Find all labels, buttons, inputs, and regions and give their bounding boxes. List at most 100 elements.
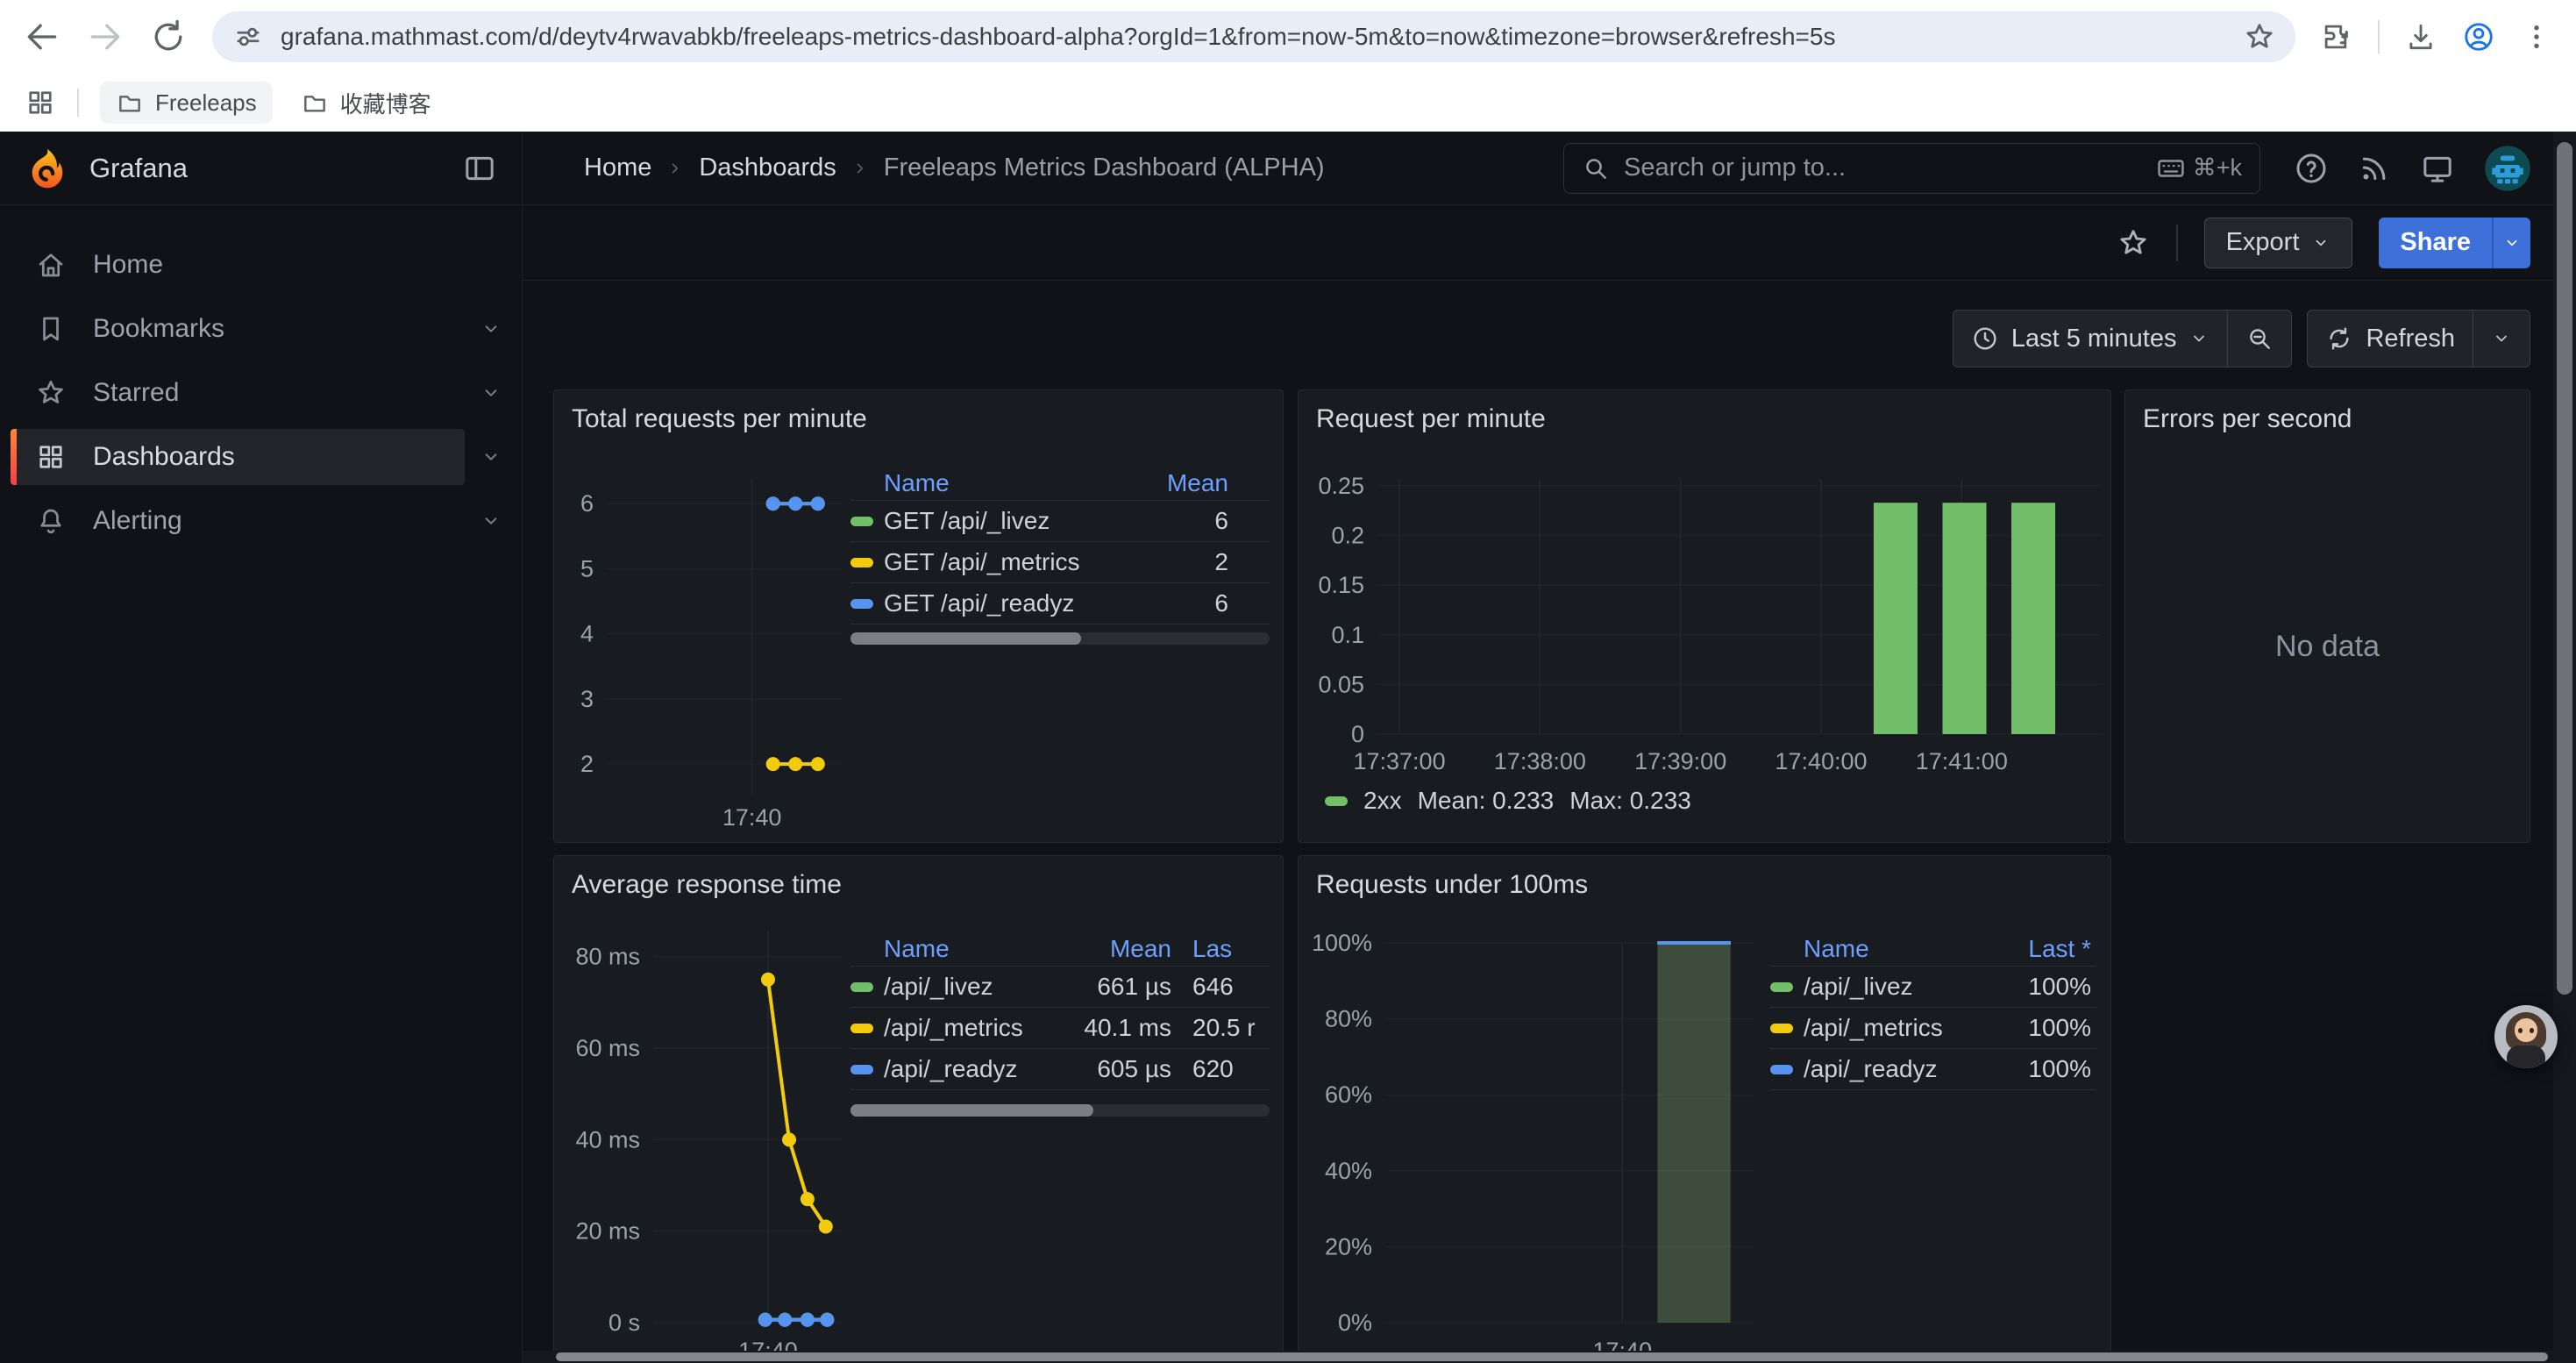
legend-column-header[interactable]: Name	[850, 469, 1097, 497]
monitor-icon[interactable]	[2420, 151, 2455, 186]
refresh-button[interactable]: Refresh	[2308, 310, 2473, 367]
svg-text:40 ms: 40 ms	[575, 1126, 640, 1152]
chevron-down-icon	[2502, 233, 2522, 253]
panel-requests-under-100ms: 100%80%60%40%20%0%17:40 Requests under 1…	[1298, 855, 2111, 1355]
scrollbar-thumb[interactable]	[850, 632, 1081, 645]
breadcrumb: Home Dashboards Freeleaps Metrics Dashbo…	[584, 153, 1325, 182]
series-name[interactable]: /api/_metrics	[884, 1014, 1023, 1042]
browser-reload-icon[interactable]	[149, 18, 188, 56]
user-avatar[interactable]	[2483, 144, 2532, 193]
legend-value: 100%	[1977, 973, 2091, 1001]
chevron-down-icon	[2491, 328, 2512, 349]
svg-text:17:39:00: 17:39:00	[1634, 748, 1726, 774]
dashboard-toolbar: Export Share	[523, 205, 2576, 281]
legend-table: NameMeanLas/api/_livez 661 µs646/api/_met…	[850, 931, 1270, 1090]
clock-icon	[1971, 325, 1999, 353]
no-data-message: No data	[2125, 630, 2530, 664]
series-name[interactable]: /api/_livez	[884, 973, 993, 1001]
chevron-down-icon[interactable]	[480, 318, 502, 340]
sidebar-item-alerting[interactable]: Alerting	[0, 493, 522, 549]
breadcrumb-dashboards[interactable]: Dashboards	[699, 153, 836, 182]
legend-value: 661 µs	[1040, 973, 1171, 1001]
legend-column-header[interactable]: Last *	[1977, 935, 2091, 963]
series-name[interactable]: GET /api/_livez	[884, 507, 1050, 535]
series-name[interactable]: /api/_metrics	[1804, 1014, 1943, 1042]
series-name[interactable]: /api/_livez	[1804, 973, 1913, 1001]
legend-row: /api/_livez 100%	[1770, 967, 2096, 1008]
dashboards-icon	[35, 441, 67, 473]
series-color-pill	[850, 1024, 873, 1033]
search-input[interactable]: Search or jump to... ⌘+k	[1563, 143, 2260, 194]
breadcrumb-home[interactable]: Home	[584, 153, 651, 182]
vertical-scrollbar-thumb[interactable]	[2557, 142, 2572, 995]
extensions-icon[interactable]	[2320, 20, 2353, 54]
series-color-pill	[850, 982, 873, 992]
grafana-logo-icon[interactable]	[25, 146, 70, 191]
legend-column-header[interactable]: Mean	[1097, 469, 1228, 497]
legend-scrollbar[interactable]	[850, 632, 1270, 645]
refresh-interval-dropdown[interactable]	[2473, 310, 2530, 367]
time-range-picker[interactable]: Last 5 minutes	[1953, 310, 2228, 367]
share-button[interactable]: Share	[2379, 218, 2492, 268]
svg-text:80 ms: 80 ms	[575, 944, 640, 970]
sidebar-item-starred[interactable]: Starred	[0, 365, 522, 421]
browser-profile-icon[interactable]	[2462, 20, 2495, 54]
chevron-down-icon[interactable]	[480, 382, 502, 404]
bookmark-folder-freeleaps[interactable]: Freeleaps	[100, 82, 273, 124]
apps-grid-icon[interactable]	[25, 87, 56, 118]
series-name[interactable]: /api/_readyz	[884, 1055, 1018, 1083]
series-name[interactable]: GET /api/_readyz	[884, 589, 1074, 617]
series-color-pill	[850, 517, 873, 526]
sidebar-item-bookmarks[interactable]: Bookmarks	[0, 301, 522, 357]
sidebar-toggle-icon[interactable]	[462, 151, 497, 186]
legend-value: 646	[1171, 973, 1270, 1001]
chevron-down-icon[interactable]	[480, 510, 502, 532]
scrollbar-thumb[interactable]	[850, 1104, 1093, 1117]
bookmark-icon	[35, 313, 67, 345]
export-button[interactable]: Export	[2204, 218, 2353, 268]
series-color-pill	[850, 1065, 873, 1074]
legend-column-header[interactable]: Name	[850, 935, 1040, 963]
zoom-out-button[interactable]	[2228, 310, 2291, 367]
chart-request-per-minute: 0.250.20.150.10.05017:37:0017:38:0017:39…	[1299, 390, 2110, 842]
series-name[interactable]: 2xx	[1363, 787, 1402, 815]
svg-text:4: 4	[580, 621, 594, 647]
browser-menu-icon[interactable]	[2520, 20, 2553, 54]
series-name[interactable]: /api/_readyz	[1804, 1055, 1938, 1083]
header-icons	[2294, 144, 2532, 193]
legend-value: 2	[1097, 548, 1228, 576]
browser-back-icon[interactable]	[23, 18, 61, 56]
svg-text:0.15: 0.15	[1318, 572, 1364, 598]
bookmark-folder-blogs[interactable]: 收藏博客	[285, 80, 447, 126]
legend-value: 620	[1171, 1055, 1270, 1083]
legend-column-header[interactable]: Las	[1171, 935, 1270, 963]
news-rss-icon[interactable]	[2357, 151, 2392, 186]
url-text[interactable]: grafana.mathmast.com/d/deytv4rwavabkb/fr…	[281, 23, 2227, 51]
chevron-down-icon	[2311, 233, 2330, 253]
chevron-down-icon[interactable]	[480, 446, 502, 468]
horizontal-scrollbar-thumb[interactable]	[556, 1352, 2548, 1361]
refresh-group: Refresh	[2307, 310, 2530, 368]
panel-average-response-time: 80 ms60 ms40 ms20 ms0 s17:40 Average res…	[553, 855, 1284, 1355]
favorite-star-icon[interactable]	[2117, 226, 2150, 260]
legend-column-header[interactable]: Mean	[1040, 935, 1171, 963]
sidebar-item-dashboards[interactable]: Dashboards	[0, 429, 522, 485]
assistant-avatar[interactable]	[2494, 1005, 2558, 1068]
browser-forward-icon[interactable]	[86, 18, 125, 56]
help-icon[interactable]	[2294, 151, 2329, 186]
series-name[interactable]: GET /api/_metrics	[884, 548, 1080, 576]
share-label: Share	[2400, 228, 2471, 257]
site-settings-icon[interactable]	[231, 20, 265, 54]
address-bar[interactable]: grafana.mathmast.com/d/deytv4rwavabkb/fr…	[212, 11, 2295, 62]
breadcrumb-current-page: Freeleaps Metrics Dashboard (ALPHA)	[884, 153, 1325, 182]
sidebar-item-home[interactable]: Home	[0, 237, 522, 293]
legend-column-header[interactable]: Name	[1770, 935, 1977, 963]
svg-text:17:38:00: 17:38:00	[1494, 748, 1586, 774]
legend-scrollbar[interactable]	[850, 1104, 1270, 1117]
series-color-pill	[850, 599, 873, 609]
downloads-icon[interactable]	[2404, 20, 2437, 54]
share-dropdown-button[interactable]	[2492, 218, 2530, 268]
bookmark-star-icon[interactable]	[2243, 20, 2276, 54]
panel-title[interactable]: Errors per second	[2125, 390, 2530, 448]
time-controls: Last 5 minutes Refresh	[523, 310, 2576, 368]
